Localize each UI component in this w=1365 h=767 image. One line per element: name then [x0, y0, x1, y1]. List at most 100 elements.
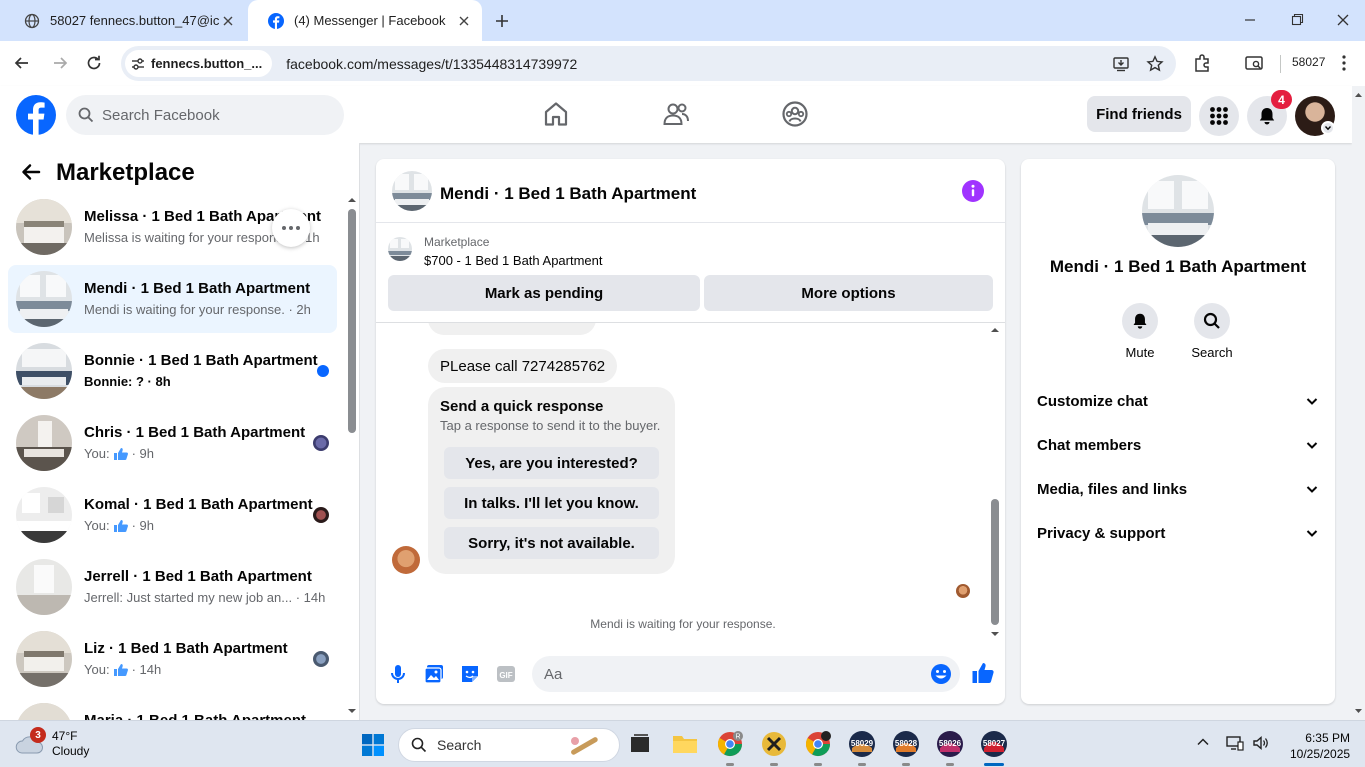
chat-name: Chris · 1 Bed 1 Bath Apartment	[84, 424, 306, 441]
gif-icon[interactable]: GIF	[495, 663, 517, 685]
like-thumbs-up-icon[interactable]	[971, 661, 995, 685]
photo-icon[interactable]	[423, 663, 445, 685]
groups-icon[interactable]	[781, 100, 809, 128]
info-name: Mendi · 1 Bed 1 Bath Apartment	[1049, 257, 1307, 276]
privacy-support-row[interactable]: Privacy & support	[1029, 511, 1327, 555]
browser-tab-messenger[interactable]: (4) Messenger | Facebook	[248, 0, 482, 41]
sender-avatar[interactable]	[392, 546, 420, 574]
unread-indicator	[317, 365, 329, 377]
chrome-icon[interactable]: R	[716, 730, 744, 758]
quick-response-option[interactable]: Yes, are you interested?	[444, 447, 659, 479]
new-tab-plus-icon[interactable]	[492, 11, 512, 31]
back-arrow-icon[interactable]	[13, 54, 31, 72]
section-label: Privacy & support	[1037, 524, 1166, 542]
search-input[interactable]	[102, 106, 322, 124]
section-label: Chat members	[1037, 436, 1142, 454]
conversation-title[interactable]: Mendi · 1 Bed 1 Bath Apartment	[440, 184, 696, 204]
quick-response-option[interactable]: In talks. I'll let you know.	[444, 487, 659, 519]
reload-icon[interactable]	[85, 54, 103, 72]
chevron-down-icon[interactable]	[1321, 121, 1335, 135]
chat-name: Komal · 1 Bed 1 Bath Apartment	[84, 496, 313, 513]
weather-badge: 3	[30, 727, 46, 743]
weather-widget[interactable]: 47°F Cloudy	[14, 729, 89, 759]
conversation-scrollbar[interactable]	[988, 323, 1002, 643]
listing-thumbnail	[16, 487, 72, 543]
task-view-icon[interactable]	[626, 730, 654, 758]
chat-item-mendi[interactable]: Mendi · 1 Bed 1 Bath Apartment Mendi is …	[8, 265, 337, 333]
scrollbar-thumb[interactable]	[991, 499, 999, 625]
section-label: Customize chat	[1037, 392, 1148, 410]
chat-item-bonnie[interactable]: Bonnie · 1 Bed 1 Bath Apartment Bonnie: …	[8, 337, 337, 405]
close-tab-icon[interactable]	[456, 13, 472, 29]
listing-title[interactable]: $700 - 1 Bed 1 Bath Apartment	[424, 253, 603, 268]
search-highlight-icon	[565, 733, 607, 757]
scrollbar-thumb[interactable]	[348, 209, 356, 433]
tab-search-icon[interactable]	[1244, 53, 1264, 73]
facebook-logo-icon[interactable]	[16, 95, 56, 135]
chat-members-row[interactable]: Chat members	[1029, 423, 1327, 467]
info-avatar[interactable]	[1142, 175, 1214, 247]
chat-name: Mendi · 1 Bed 1 Bath Apartment	[84, 280, 311, 297]
windows-start-icon[interactable]	[362, 734, 384, 756]
chat-item-maria[interactable]: Maria · 1 Bed 1 Bath Apartment	[8, 697, 337, 720]
close-window-icon[interactable]	[1335, 12, 1351, 28]
friends-icon[interactable]	[662, 100, 690, 128]
chat-item-komal[interactable]: Komal · 1 Bed 1 Bath Apartment You: · 9h	[8, 481, 337, 549]
app-x-icon[interactable]	[760, 730, 788, 758]
chat-preview: You: · 9h	[84, 446, 154, 461]
facebook-search-box[interactable]	[66, 95, 344, 135]
install-app-icon[interactable]	[1112, 55, 1130, 73]
site-info-chip[interactable]: fennecs.button_...	[125, 50, 273, 77]
bookmark-star-icon[interactable]	[1146, 55, 1164, 73]
chat-item-jerrell[interactable]: Jerrell · 1 Bed 1 Bath Apartment Jerrell…	[8, 553, 337, 621]
more-options-button[interactable]: More options	[704, 275, 993, 311]
conversation-panel: Mendi · 1 Bed 1 Bath Apartment Marketpla…	[376, 159, 1005, 704]
chat-item-liz[interactable]: Liz · 1 Bed 1 Bath Apartment You: · 14h	[8, 625, 337, 693]
facebook-favicon-icon	[268, 12, 284, 29]
marketplace-label: Marketplace	[424, 235, 490, 249]
media-files-links-row[interactable]: Media, files and links	[1029, 467, 1327, 511]
thumbs-up-icon	[113, 447, 129, 461]
app-label: 58028	[894, 739, 918, 748]
home-icon[interactable]	[542, 100, 570, 128]
mute-button[interactable]: Mute	[1108, 303, 1172, 360]
system-clock[interactable]: 6:35 PM 10/25/2025	[1290, 730, 1350, 762]
customize-chat-row[interactable]: Customize chat	[1029, 379, 1327, 423]
volume-icon[interactable]	[1252, 734, 1270, 752]
close-tab-icon[interactable]	[220, 13, 236, 29]
chat-item-chris[interactable]: Chris · 1 Bed 1 Bath Apartment You: · 9h	[8, 409, 337, 477]
emoji-icon[interactable]	[930, 663, 952, 685]
menu-grid-icon[interactable]	[1199, 96, 1239, 136]
restore-icon[interactable]	[1289, 12, 1305, 28]
file-explorer-icon[interactable]	[671, 730, 699, 758]
microphone-icon[interactable]	[387, 663, 409, 685]
message-composer: GIF	[376, 649, 1005, 699]
quick-response-option[interactable]: Sorry, it's not available.	[444, 527, 659, 559]
forward-arrow-icon[interactable]	[51, 54, 69, 72]
back-arrow-icon[interactable]	[20, 161, 42, 183]
sticker-icon[interactable]	[459, 663, 481, 685]
address-bar[interactable]: fennecs.button_... facebook.com/messages…	[121, 46, 1176, 81]
svg-text:R: R	[735, 734, 740, 741]
search-conversation-button[interactable]: Search	[1180, 303, 1244, 360]
message-input[interactable]	[544, 665, 904, 683]
page-scrollbar[interactable]	[1352, 86, 1365, 720]
url-text[interactable]: facebook.com/messages/t/1335448314739972	[286, 56, 577, 72]
network-icon[interactable]	[1226, 734, 1244, 752]
taskbar-search[interactable]: Search	[398, 728, 620, 762]
info-icon[interactable]	[962, 180, 984, 202]
message-bubble	[428, 323, 596, 335]
extensions-puzzle-icon[interactable]	[1192, 53, 1212, 73]
mark-as-pending-button[interactable]: Mark as pending	[388, 275, 700, 311]
more-options-button[interactable]	[272, 209, 310, 247]
browser-profile-label[interactable]: 58027	[1292, 55, 1325, 69]
browser-menu-icon[interactable]	[1341, 53, 1347, 73]
chat-list-scrollbar[interactable]	[345, 193, 359, 720]
chevron-up-icon[interactable]	[1196, 735, 1210, 749]
conversation-avatar[interactable]	[392, 171, 432, 211]
minimize-icon[interactable]	[1242, 12, 1258, 28]
browser-tab-icloud[interactable]: 58027 fennecs.button_47@iclo	[4, 0, 246, 41]
chrome-profile-icon[interactable]	[804, 730, 832, 758]
find-friends-button[interactable]: Find friends	[1087, 96, 1191, 132]
message-input-box[interactable]	[532, 656, 960, 692]
